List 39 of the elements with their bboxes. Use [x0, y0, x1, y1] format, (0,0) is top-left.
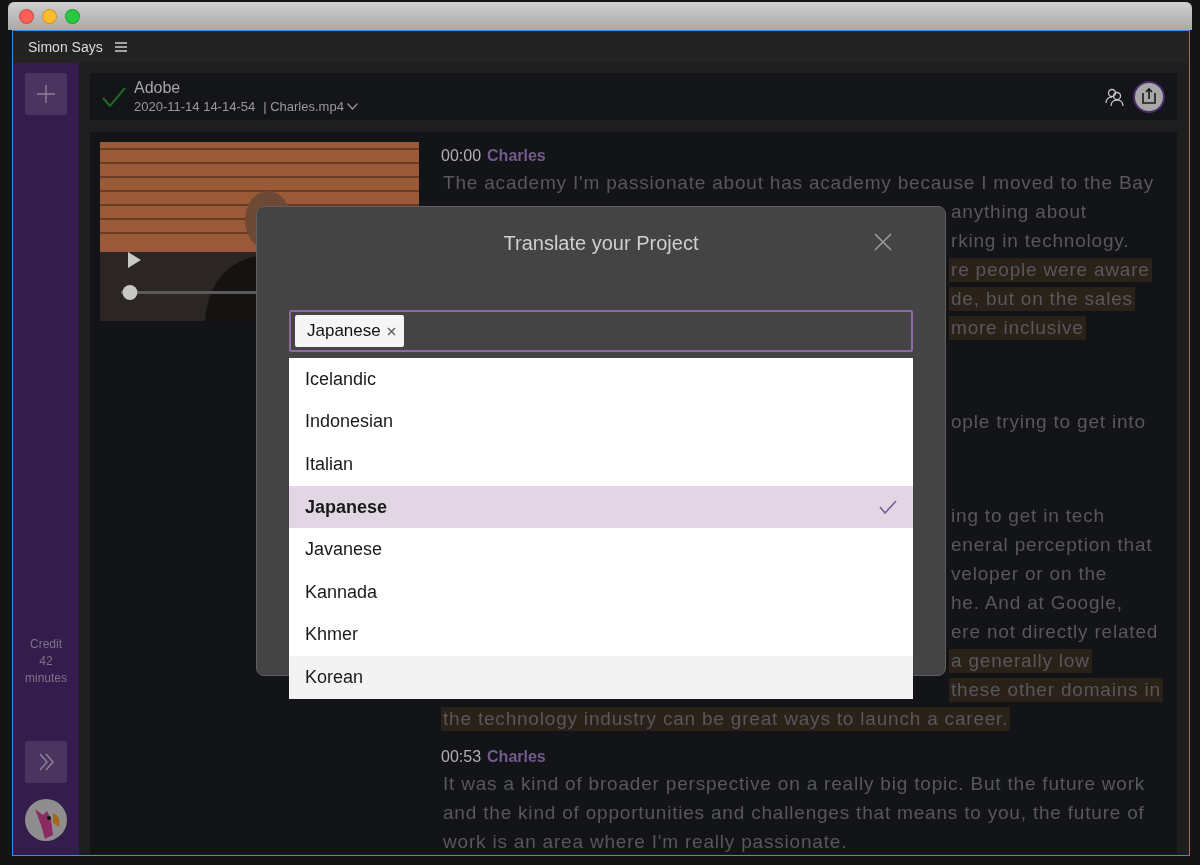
menu-icon[interactable]: [114, 42, 127, 52]
transcript-line: eneral perception that: [950, 532, 1154, 557]
credit-label: Credit: [30, 637, 62, 651]
scrubber-handle[interactable]: [122, 285, 138, 300]
transcript-line: ere not directly related: [950, 619, 1160, 644]
transcript-line: and the kind of opportunities and challenges that means to you, the future of: [442, 800, 1146, 825]
language-field[interactable]: Japanese: [289, 310, 913, 352]
file-dropdown[interactable]: | Charles.mp4: [263, 99, 358, 114]
people-icon[interactable]: [1105, 87, 1125, 106]
project-name: Adobe: [134, 79, 182, 97]
remove-icon[interactable]: [386, 326, 396, 336]
language-option[interactable]: Korean: [289, 656, 913, 699]
dialog-title: Translate your Project: [503, 231, 699, 255]
transcript-line: rking in technology.: [950, 228, 1131, 253]
bird-icon[interactable]: [25, 799, 67, 841]
transcript-line: ing to get in tech: [950, 503, 1106, 528]
transcript-line: he. And at Google,: [950, 590, 1124, 615]
checkmark-icon: [879, 500, 897, 515]
double-chevron-icon: [38, 753, 54, 771]
project-date: 2020-11-14 14-14-54: [134, 99, 256, 114]
credit-value: 42: [39, 654, 53, 668]
upload-button[interactable]: [1133, 80, 1165, 113]
credit-unit: minutes: [25, 671, 67, 685]
caret-icon: [346, 103, 358, 110]
timestamp[interactable]: 00:53: [441, 748, 482, 766]
app-title: Simon Says: [28, 39, 103, 55]
transcript-line: veloper or on the: [950, 561, 1109, 586]
plus-icon: [37, 85, 55, 103]
transcript-line: work is an area where I'm really passionate.: [442, 829, 849, 854]
close-window-button[interactable]: [19, 8, 34, 24]
timestamp[interactable]: 00:00: [441, 147, 482, 165]
transcript-line: The academy I'm passionate about has academy because I moved to the Bay: [442, 170, 1156, 195]
transcript-line: ople trying to get into: [950, 409, 1147, 434]
transcript-line: anything about: [950, 199, 1088, 224]
close-icon[interactable]: [873, 232, 893, 252]
language-option[interactable]: Japanese: [289, 485, 913, 529]
transcript-line: It was a kind of broader perspective on a really big topic. But the future work: [442, 771, 1147, 796]
expand-button[interactable]: [25, 741, 67, 783]
language-tag[interactable]: Japanese: [295, 315, 404, 347]
